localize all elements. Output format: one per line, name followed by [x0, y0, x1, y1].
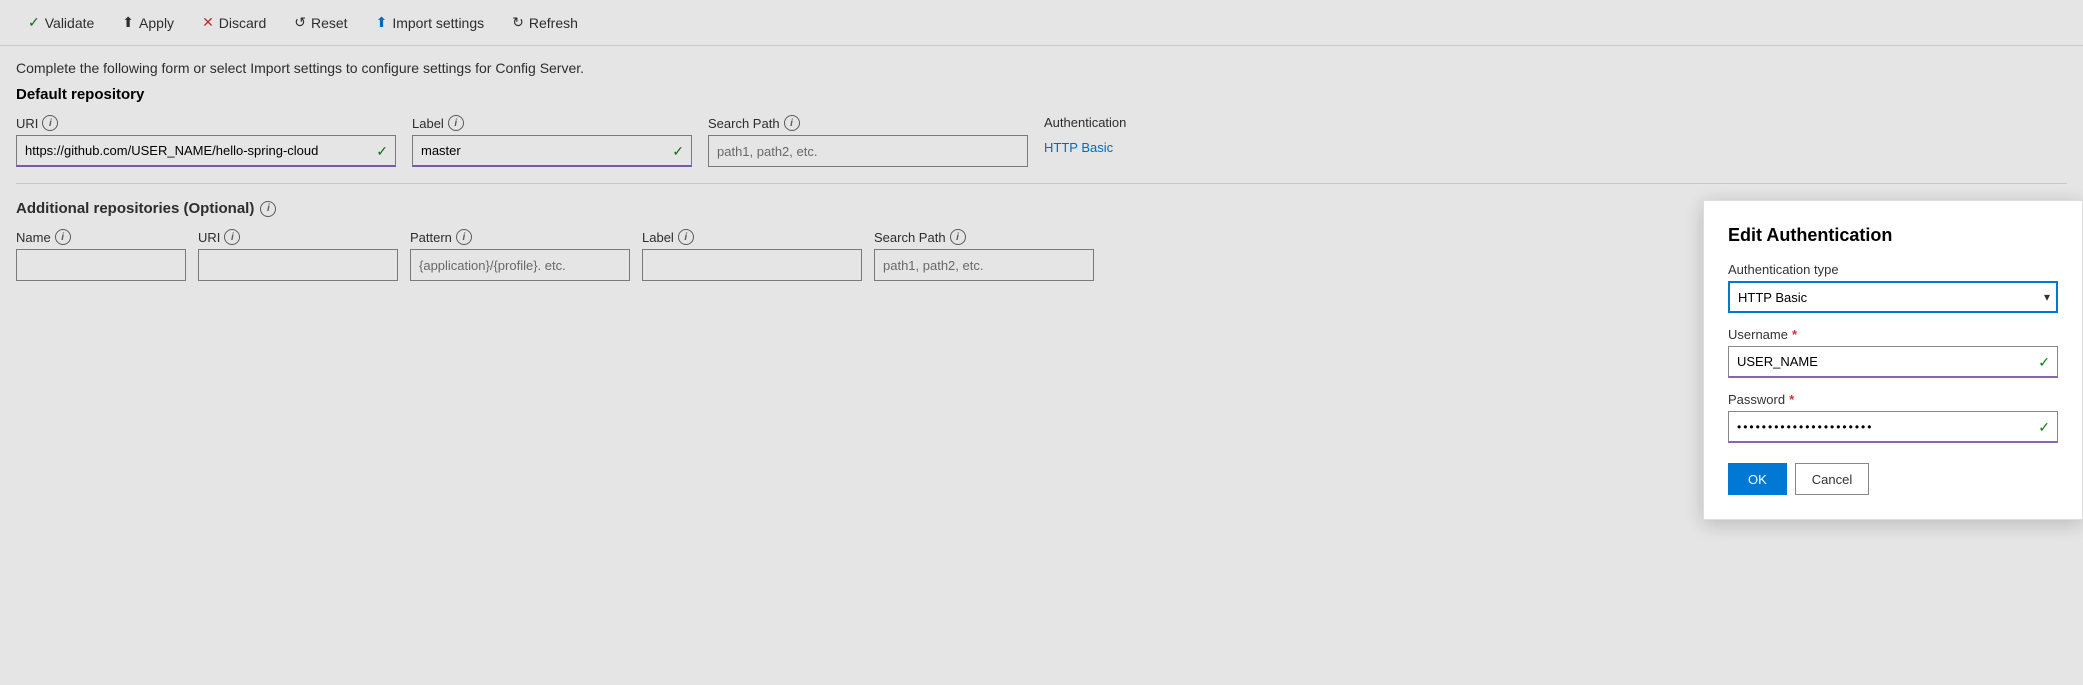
modal-title: Edit Authentication — [1728, 225, 2058, 246]
password-input[interactable] — [1728, 411, 2058, 443]
username-label: Username * — [1728, 327, 2058, 342]
password-check-icon: ✓ — [2038, 419, 2050, 436]
password-input-wrapper: ✓ — [1728, 411, 2058, 443]
username-label-text: Username — [1728, 327, 1788, 342]
username-check-icon: ✓ — [2038, 354, 2050, 371]
cancel-button[interactable]: Cancel — [1795, 463, 1869, 495]
username-input[interactable] — [1728, 346, 2058, 378]
username-input-wrapper: ✓ — [1728, 346, 2058, 378]
password-label: Password * — [1728, 392, 2058, 407]
username-field-group: Username * ✓ — [1728, 327, 2058, 378]
password-required-star: * — [1789, 392, 1794, 407]
auth-type-field-group: Authentication type HTTP Basic SSH None … — [1728, 262, 2058, 313]
auth-type-label: Authentication type — [1728, 262, 2058, 277]
auth-type-select[interactable]: HTTP Basic SSH None — [1728, 281, 2058, 313]
modal-actions: OK Cancel — [1728, 463, 2058, 495]
password-label-text: Password — [1728, 392, 1785, 407]
ok-button[interactable]: OK — [1728, 463, 1787, 495]
auth-type-select-wrapper: HTTP Basic SSH None ▾ — [1728, 281, 2058, 313]
password-field-group: Password * ✓ — [1728, 392, 2058, 443]
username-required-star: * — [1792, 327, 1797, 342]
edit-auth-modal: Edit Authentication Authentication type … — [1703, 200, 2083, 520]
auth-type-label-text: Authentication type — [1728, 262, 1839, 277]
